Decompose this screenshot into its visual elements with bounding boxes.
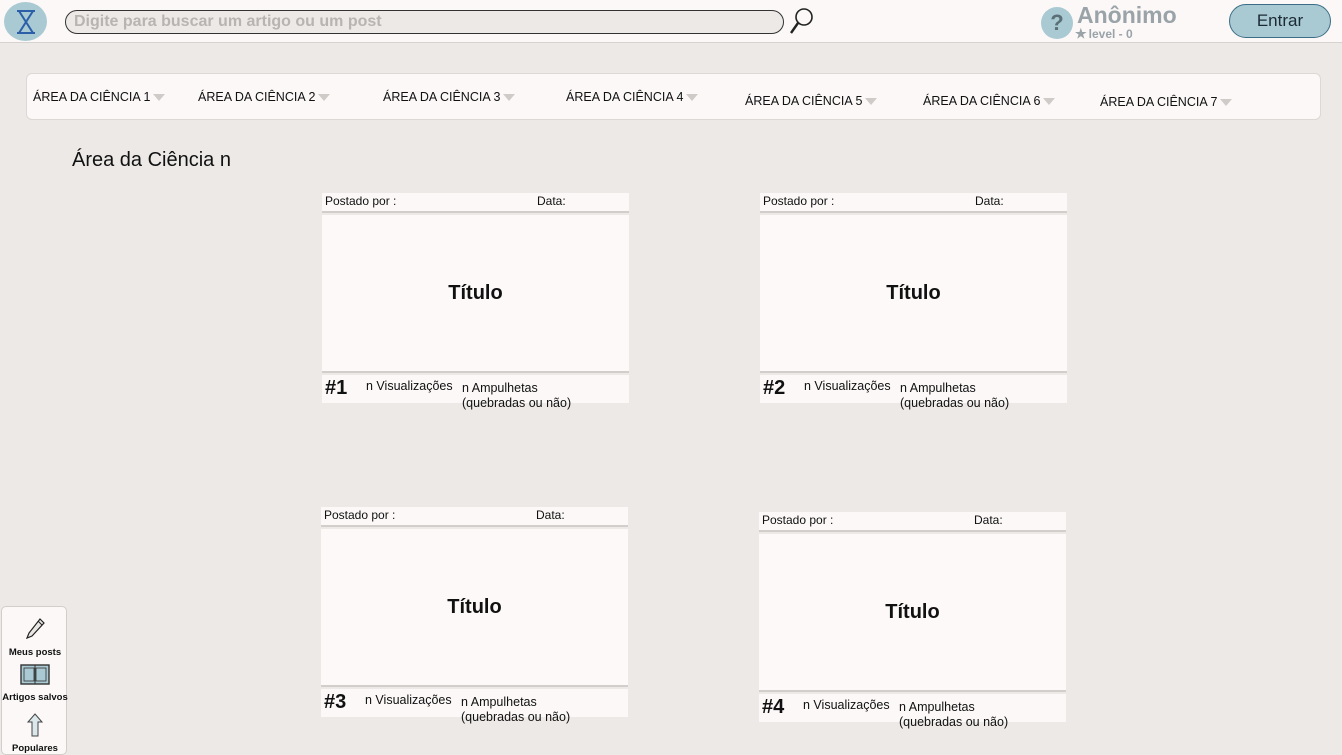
popular-label: Populares: [12, 743, 58, 754]
category-label: ÁREA DA CIÊNCIA 3: [383, 90, 501, 104]
posted-by: Postado por :: [325, 194, 397, 208]
post-rank: #4: [762, 696, 785, 718]
post-footer: #2 n Visualizações n Ampulhetas (quebrada…: [760, 375, 1067, 410]
popular-button[interactable]: Populares: [2, 713, 68, 754]
post-meta: Postado por : Data:: [321, 507, 628, 527]
category-label: ÁREA DA CIÊNCIA 4: [566, 90, 684, 104]
help-icon[interactable]: ?: [1041, 7, 1073, 39]
posted-by: Postado por :: [324, 508, 396, 522]
post-title[interactable]: Título: [885, 601, 939, 624]
hourglasses-count: n Ampulhetas: [899, 700, 975, 714]
chevron-down-icon: [686, 93, 699, 101]
category-label: ÁREA DA CIÊNCIA 7: [1100, 95, 1218, 109]
post-hourglasses: n Ampulhetas (quebradas ou não): [462, 381, 571, 411]
hourglasses-count: n Ampulhetas: [900, 381, 976, 395]
category-dropdown-1[interactable]: ÁREA DA CIÊNCIA 1: [33, 90, 166, 104]
post-rank: #3: [324, 691, 347, 713]
post-date: Data:: [974, 513, 1003, 527]
my-posts-button[interactable]: Meus posts: [2, 617, 68, 658]
category-label: ÁREA DA CIÊNCIA 1: [33, 90, 151, 104]
post-hourglasses: n Ampulhetas (quebradas ou não): [461, 695, 570, 725]
book-icon: [20, 664, 50, 685]
hourglass-logo-icon[interactable]: [4, 2, 47, 41]
arrow-up-icon: [26, 713, 44, 737]
post-views: n Visualizações: [365, 693, 452, 707]
hourglasses-note: (quebradas ou não): [900, 396, 1010, 410]
hourglasses-count: n Ampulhetas: [462, 381, 538, 395]
post-hourglasses: n Ampulhetas (quebradas ou não): [900, 381, 1009, 411]
pencil-icon: [25, 618, 45, 640]
post-hourglasses: n Ampulhetas (quebradas ou não): [899, 700, 1008, 730]
post-date: Data:: [537, 194, 566, 208]
post-rank: #2: [763, 377, 786, 399]
post-title[interactable]: Título: [886, 282, 940, 305]
my-posts-label: Meus posts: [8, 647, 62, 658]
user-level-label: level - 0: [1088, 27, 1133, 41]
enter-button[interactable]: Entrar: [1229, 4, 1331, 38]
post-body[interactable]: Título: [760, 215, 1067, 373]
post-card: Postado por : Data: Título #4 n Visualiz…: [759, 512, 1066, 729]
post-title[interactable]: Título: [447, 596, 501, 619]
post-body[interactable]: Título: [322, 215, 629, 373]
hourglasses-note: (quebradas ou não): [462, 396, 572, 410]
category-label: ÁREA DA CIÊNCIA 6: [923, 94, 1041, 108]
category-label: ÁREA DA CIÊNCIA 5: [745, 94, 863, 108]
chevron-down-icon: [503, 93, 516, 101]
post-card: Postado por : Data: Título #2 n Visualiz…: [760, 193, 1067, 410]
user-level: ★ level - 0: [1075, 26, 1133, 42]
category-dropdown-7[interactable]: ÁREA DA CIÊNCIA 7: [1100, 95, 1233, 109]
user-name: Anônimo: [1077, 2, 1177, 28]
chevron-down-icon: [865, 97, 878, 105]
post-footer: #4 n Visualizações n Ampulhetas (quebrada…: [759, 694, 1066, 729]
post-date: Data:: [536, 508, 565, 522]
post-meta: Postado por : Data:: [759, 512, 1066, 532]
post-date: Data:: [975, 194, 1004, 208]
side-menu: Meus posts Artigos salvos Populares: [1, 606, 68, 755]
chevron-down-icon: [1220, 98, 1233, 106]
section-title: Área da Ciência n: [72, 149, 231, 171]
post-body[interactable]: Título: [321, 529, 628, 687]
search-icon[interactable]: [788, 6, 816, 36]
top-bar: ? Anônimo ★ level - 0 Entrar: [0, 0, 1342, 43]
category-label: ÁREA DA CIÊNCIA 2: [198, 90, 316, 104]
post-footer: #3 n Visualizações n Ampulhetas (quebrada…: [321, 689, 628, 724]
post-body[interactable]: Título: [759, 534, 1066, 692]
chevron-down-icon: [153, 93, 166, 101]
hourglasses-note: (quebradas ou não): [899, 715, 1009, 729]
search-input[interactable]: [65, 10, 784, 34]
chevron-down-icon: [318, 93, 331, 101]
star-icon: ★: [1075, 26, 1087, 41]
post-meta: Postado por : Data:: [322, 193, 629, 213]
post-footer: #1 n Visualizações n Ampulhetas (quebrada…: [322, 375, 629, 410]
saved-articles-button[interactable]: Artigos salvos: [2, 664, 68, 703]
post-rank: #1: [325, 377, 348, 399]
category-dropdown-2[interactable]: ÁREA DA CIÊNCIA 2: [198, 90, 331, 104]
post-views: n Visualizações: [366, 379, 453, 393]
category-dropdown-5[interactable]: ÁREA DA CIÊNCIA 5: [745, 94, 878, 108]
category-dropdown-3[interactable]: ÁREA DA CIÊNCIA 3: [383, 90, 516, 104]
posted-by: Postado por :: [763, 194, 835, 208]
post-title[interactable]: Título: [448, 282, 502, 305]
hourglasses-note: (quebradas ou não): [461, 710, 571, 724]
chevron-down-icon: [1043, 97, 1056, 105]
hourglasses-count: n Ampulhetas: [461, 695, 537, 709]
saved-articles-label: Artigos salvos: [2, 692, 68, 703]
post-card: Postado por : Data: Título #3 n Visualiz…: [321, 507, 628, 724]
post-views: n Visualizações: [804, 379, 891, 393]
category-dropdown-4[interactable]: ÁREA DA CIÊNCIA 4: [566, 90, 699, 104]
category-bar: ÁREA DA CIÊNCIA 1 ÁREA DA CIÊNCIA 2 ÁREA…: [26, 73, 1321, 120]
posted-by: Postado por :: [762, 513, 834, 527]
post-card: Postado por : Data: Título #1 n Visualiz…: [322, 193, 629, 410]
post-meta: Postado por : Data:: [760, 193, 1067, 213]
category-dropdown-6[interactable]: ÁREA DA CIÊNCIA 6: [923, 94, 1056, 108]
post-views: n Visualizações: [803, 698, 890, 712]
